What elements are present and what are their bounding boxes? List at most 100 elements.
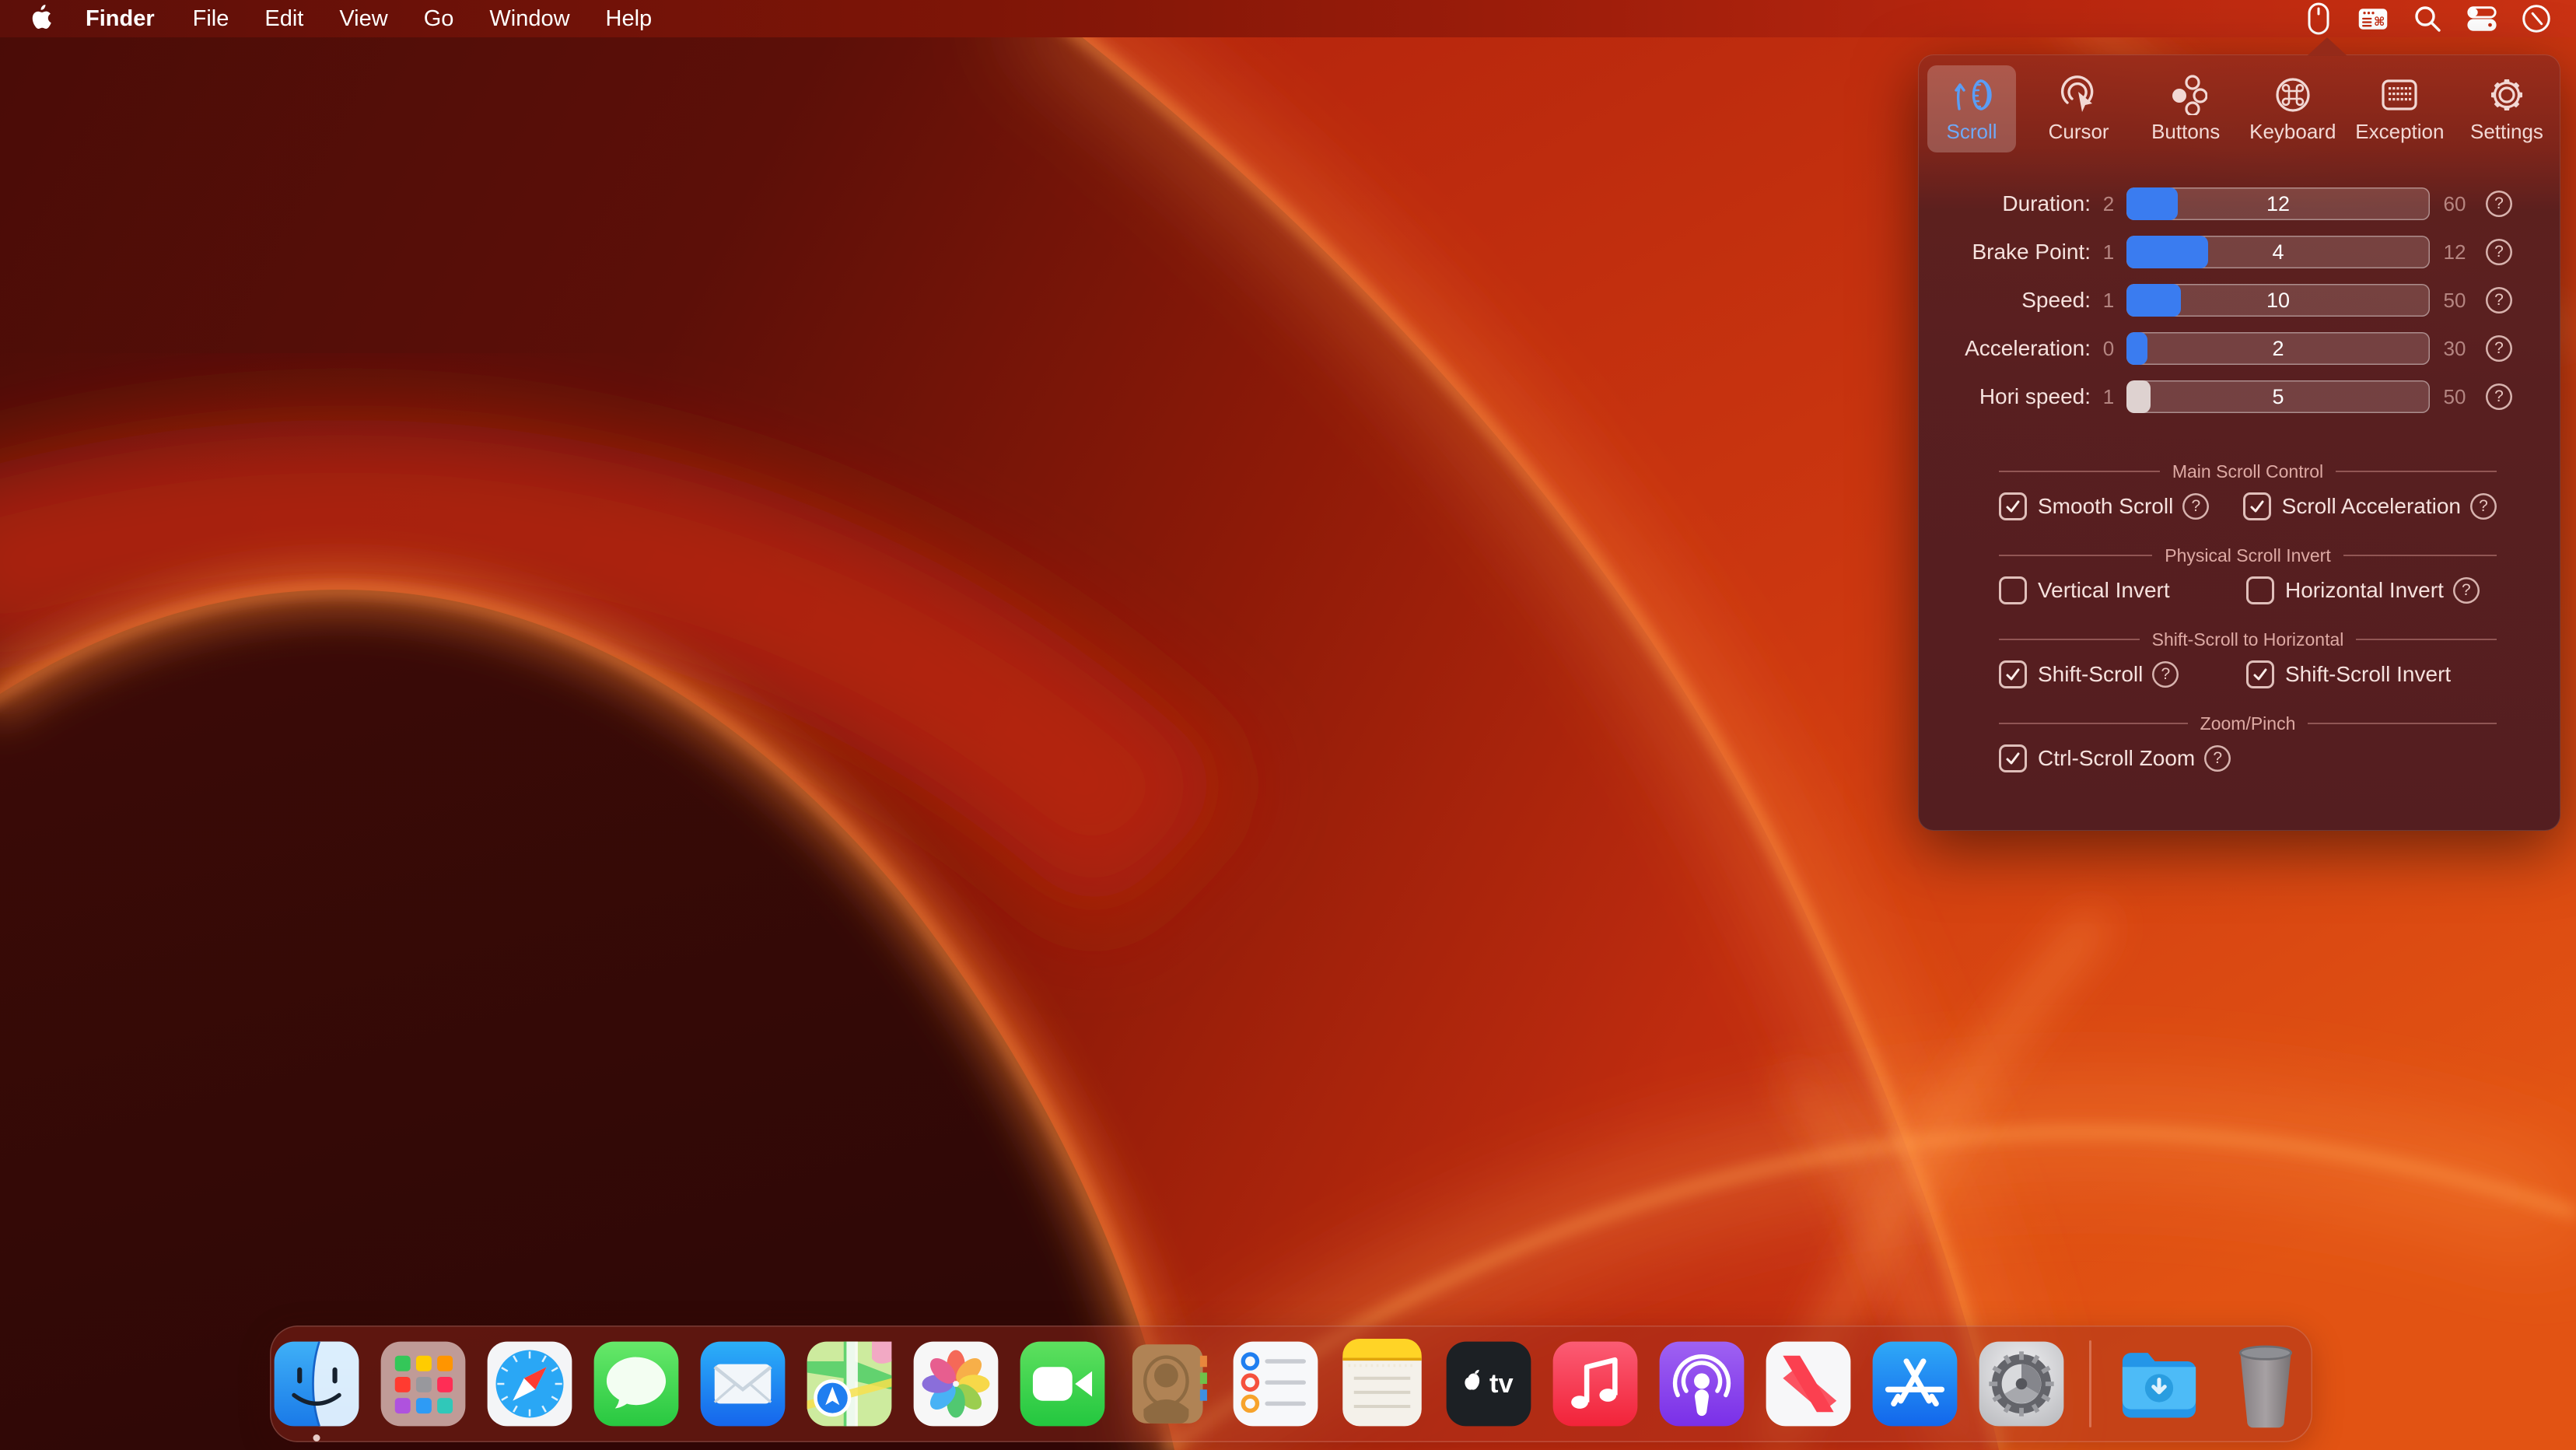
slider-min-value: 1 — [2091, 289, 2126, 313]
slider-label: Duration: — [1965, 191, 2091, 216]
checkbox-row: Shift-Scroll? Shift-Scroll Invert — [1999, 657, 2497, 692]
help-icon[interactable]: ? — [2486, 287, 2512, 313]
dock-icon-maps[interactable] — [804, 1339, 894, 1429]
svg-text:tv: tv — [1489, 1369, 1514, 1399]
checkbox-ctrl-scroll-zoom[interactable]: Ctrl-Scroll Zoom? — [1999, 744, 2231, 772]
checkbox-shift-scroll-invert[interactable]: Shift-Scroll Invert — [2246, 660, 2451, 688]
checkbox-box[interactable] — [1999, 492, 2027, 520]
slider-track[interactable]: 4 — [2126, 236, 2430, 268]
menu-go[interactable]: Go — [406, 0, 472, 37]
mouse-icon[interactable] — [2302, 2, 2335, 35]
help-icon[interactable]: ? — [2486, 191, 2512, 217]
spotlight-search-icon[interactable] — [2411, 2, 2444, 35]
menu-app-name[interactable]: Finder — [65, 0, 175, 37]
dock-icon-messages[interactable] — [591, 1339, 681, 1429]
slider-track[interactable]: 12 — [2126, 187, 2430, 220]
section-zoom-pinch: Zoom/PinchCtrl-Scroll Zoom? — [1999, 714, 2497, 776]
slider-row-acceleration: Acceleration:0230? — [1918, 331, 2560, 366]
tab-settings[interactable]: Settings — [2462, 65, 2551, 152]
help-icon[interactable]: ? — [2470, 493, 2497, 520]
tab-cursor[interactable]: Cursor — [2035, 65, 2123, 152]
tab-exception[interactable]: Exception — [2355, 65, 2444, 152]
help-icon[interactable]: ? — [2152, 661, 2179, 688]
dock-icon-music[interactable] — [1550, 1339, 1640, 1429]
help-icon[interactable]: ? — [2204, 745, 2231, 772]
menu-file[interactable]: File — [175, 0, 247, 37]
help-icon[interactable]: ? — [2486, 239, 2512, 265]
checkbox-shift-scroll[interactable]: Shift-Scroll? — [1999, 660, 2246, 688]
dock: tv — [270, 1326, 2312, 1442]
tab-label: Exception — [2355, 120, 2444, 144]
dock-divider — [2089, 1340, 2091, 1427]
apple-menu[interactable] — [26, 3, 65, 34]
slider-label: Brake Point: — [1965, 240, 2091, 264]
keyboard-viewer-icon[interactable]: ⌘ — [2357, 2, 2389, 35]
divider-line — [1999, 723, 2188, 724]
checkbox-box[interactable] — [1999, 660, 2027, 688]
help-icon[interactable]: ? — [2486, 335, 2512, 362]
slider-track[interactable]: 10 — [2126, 284, 2430, 317]
section-shift-scroll-to-horizontal: Shift-Scroll to HorizontalShift-Scroll?S… — [1999, 630, 2497, 692]
checkbox-horizontal-invert[interactable]: Horizontal Invert? — [2246, 576, 2480, 604]
dock-icon-facetime[interactable] — [1017, 1339, 1108, 1429]
slider-row-speed: Speed:11050? — [1918, 283, 2560, 317]
dock-icon-safari[interactable] — [485, 1339, 575, 1429]
slider-max-value: 12 — [2430, 240, 2480, 264]
dock-icon-mail[interactable] — [698, 1339, 788, 1429]
dock-icon-reminders[interactable] — [1230, 1339, 1321, 1429]
dock-icon-downloads[interactable] — [2114, 1339, 2204, 1429]
dock-icon-notes[interactable] — [1337, 1339, 1427, 1429]
help-icon[interactable]: ? — [2453, 577, 2480, 604]
slider-max-value: 50 — [2430, 385, 2480, 409]
checkbox-box[interactable] — [1999, 744, 2027, 772]
checkbox-box[interactable] — [2246, 576, 2274, 604]
dock-icon-podcasts[interactable] — [1657, 1339, 1747, 1429]
menu-help[interactable]: Help — [588, 0, 670, 37]
menu-window[interactable]: Window — [471, 0, 587, 37]
tab-label: Buttons — [2151, 120, 2220, 144]
checkbox-row: Smooth Scroll?Scroll Acceleration? — [1999, 489, 2497, 524]
dock-icon-trash[interactable] — [2221, 1339, 2311, 1429]
dock-icon-launchpad[interactable] — [378, 1339, 468, 1429]
checkbox-scroll-acceleration[interactable]: Scroll Acceleration? — [2243, 492, 2497, 520]
panel-tab-bar: Scroll Cursor Buttons Keyboard Exception… — [1918, 54, 2560, 152]
menu-bar: Finder FileEditViewGoWindowHelp ⌘ — [0, 0, 2576, 37]
checkbox-label: Shift-Scroll Invert — [2285, 662, 2451, 687]
dock-icon-news[interactable] — [1763, 1339, 1853, 1429]
slider-min-value: 1 — [2091, 240, 2126, 264]
menu-bar-status-area: ⌘ — [2302, 2, 2576, 35]
scroll-option-sections: Main Scroll ControlSmooth Scroll?Scroll … — [1918, 462, 2560, 776]
menu-view[interactable]: View — [321, 0, 405, 37]
checkbox-smooth-scroll[interactable]: Smooth Scroll? — [1999, 492, 2243, 520]
divider-line — [2336, 471, 2497, 472]
menu-edit[interactable]: Edit — [247, 0, 321, 37]
checkbox-box[interactable] — [2246, 660, 2274, 688]
help-icon[interactable]: ? — [2486, 384, 2512, 410]
checkbox-vertical-invert[interactable]: Vertical Invert — [1999, 576, 2246, 604]
dock-icon-photos[interactable] — [911, 1339, 1001, 1429]
control-center-icon[interactable] — [2466, 2, 2498, 35]
help-icon[interactable]: ? — [2182, 493, 2209, 520]
slider-current-value: 10 — [2126, 284, 2430, 317]
slider-track[interactable]: 5 — [2126, 380, 2430, 413]
tab-label: Keyboard — [2249, 120, 2336, 144]
dock-icon-contacts[interactable] — [1124, 1339, 1214, 1429]
checkbox-box[interactable] — [1999, 576, 2027, 604]
dock-icon-finder[interactable] — [271, 1339, 362, 1429]
dock-icon-app-store[interactable] — [1870, 1339, 1960, 1429]
divider-line — [2343, 555, 2497, 556]
menu-bar-left: Finder FileEditViewGoWindowHelp — [0, 0, 670, 37]
clock-icon[interactable] — [2520, 2, 2553, 35]
dock-icon-system-settings[interactable] — [1976, 1339, 2067, 1429]
tab-scroll[interactable]: Scroll — [1927, 65, 2016, 152]
slider-current-value: 4 — [2126, 236, 2430, 268]
dock-icon-tv[interactable]: tv — [1444, 1339, 1534, 1429]
checkbox-label: Ctrl-Scroll Zoom — [2038, 746, 2195, 771]
slider-track[interactable]: 2 — [2126, 332, 2430, 365]
settings-gear-icon — [2486, 75, 2528, 115]
checkbox-label: Smooth Scroll — [2038, 494, 2173, 519]
slider-row-brakepoint: Brake Point:1412? — [1918, 235, 2560, 269]
checkbox-box[interactable] — [2243, 492, 2271, 520]
tab-keyboard[interactable]: Keyboard — [2249, 65, 2337, 152]
tab-buttons[interactable]: Buttons — [2141, 65, 2230, 152]
